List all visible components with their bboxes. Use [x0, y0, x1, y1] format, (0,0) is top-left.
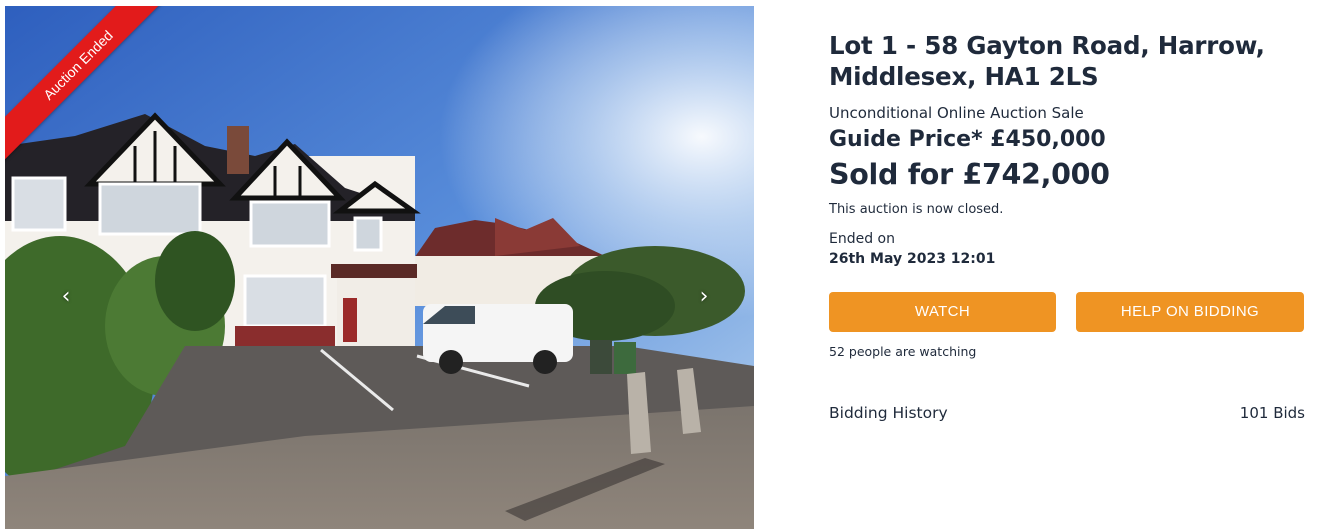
watcher-count: 52 people are watching: [829, 344, 977, 359]
lot-details-panel: Lot 1 - 58 Gayton Road, Harrow, Middlese…: [829, 30, 1305, 422]
auction-ended-badge: Auction Ended: [5, 6, 170, 164]
ended-on-date: 26th May 2023 12:01: [829, 251, 996, 267]
watch-button[interactable]: WATCH: [829, 292, 1056, 332]
guide-price: Guide Price* £450,000: [829, 127, 1106, 152]
sold-price: Sold for £742,000: [829, 158, 1110, 191]
bid-count: 101 Bids: [1239, 404, 1305, 422]
lot-title: Lot 1 - 58 Gayton Road, Harrow, Middlese…: [829, 31, 1265, 91]
bidding-history-row[interactable]: Bidding History 101 Bids: [829, 404, 1305, 428]
chevron-right-icon[interactable]: ›: [691, 284, 717, 310]
sale-type: Unconditional Online Auction Sale: [829, 104, 1084, 122]
auction-ended-ribbon: Auction Ended: [5, 6, 170, 171]
ended-on-label: Ended on: [829, 231, 895, 247]
property-photo-gallery[interactable]: Auction Ended ‹ ›: [5, 6, 754, 529]
auction-closed-note: This auction is now closed.: [829, 202, 1004, 217]
chevron-left-icon[interactable]: ‹: [53, 284, 79, 310]
action-buttons: WATCH HELP ON BIDDING: [829, 292, 1305, 332]
bidding-history-label: Bidding History: [829, 404, 948, 422]
help-on-bidding-button[interactable]: HELP ON BIDDING: [1076, 292, 1304, 332]
